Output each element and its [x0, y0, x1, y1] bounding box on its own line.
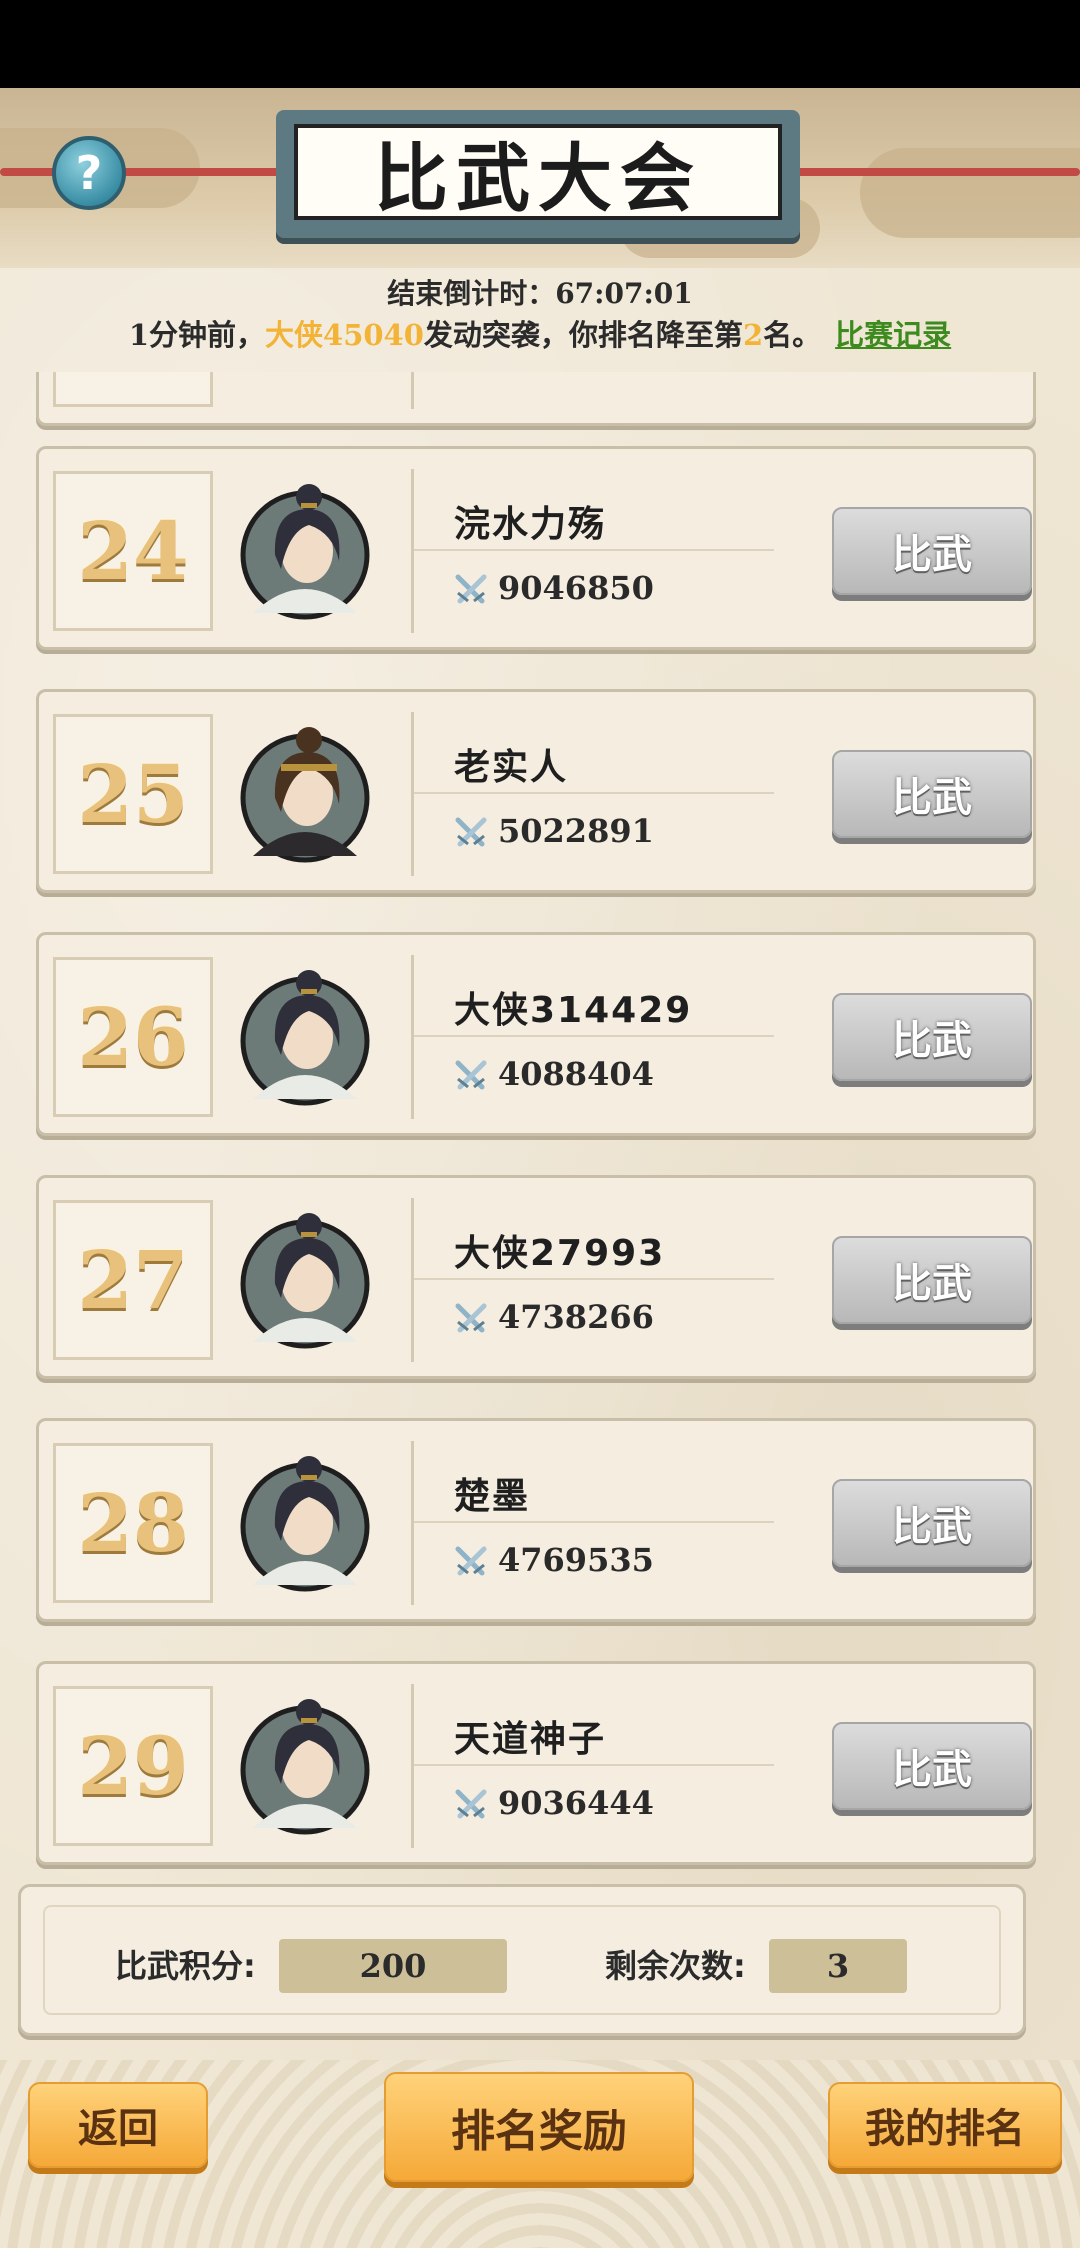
player-name: 浣水力殇: [454, 504, 607, 545]
info-panel: 大侠27993 4738266 比武: [411, 1198, 1032, 1362]
title-plaque: 比武大会: [276, 110, 800, 238]
info-panel: 楚墨 4769535 比武: [411, 1441, 1032, 1605]
challenge-button[interactable]: 比武: [832, 750, 1032, 838]
info-panel: 老实人 5022891 比武: [411, 712, 1032, 876]
score-value: 200: [279, 1939, 507, 1993]
combat-power: 9046850: [498, 569, 654, 607]
remaining-attempts-label: 剩余次数:: [605, 1947, 746, 1985]
player-avatar: [240, 1699, 370, 1835]
divider: [414, 792, 774, 794]
info-panel: 大侠314429 4088404 比武: [411, 955, 1032, 1119]
combat-power: 5022891: [498, 812, 654, 850]
divider: [414, 549, 774, 551]
countdown-timer: 结束倒计时：67:07:01: [387, 277, 693, 310]
challenge-button[interactable]: 比武: [832, 507, 1032, 595]
player-name: 天道神子: [454, 1719, 607, 1760]
crossed-swords-icon: [455, 1789, 487, 1819]
player-avatar: [240, 1456, 370, 1592]
rank-card: 28 楚墨 4769535 比武: [36, 1418, 1036, 1622]
rank-card: 25 老实人 5022891 比武: [36, 689, 1036, 893]
page-title: 比武大会: [294, 124, 782, 222]
challenge-button[interactable]: 比武: [832, 993, 1032, 1081]
challenge-button[interactable]: 比武: [832, 1722, 1032, 1810]
info-panel: 浣水力殇 9046850 比武: [411, 469, 1032, 633]
crossed-swords-icon: [455, 1060, 487, 1090]
rank-number: 29: [53, 1686, 213, 1846]
info-panel: 天道神子 9036444 比武: [411, 1684, 1032, 1848]
my-rank-button[interactable]: 我的排名: [828, 2082, 1062, 2168]
divider: [414, 1035, 774, 1037]
rank-number: 27: [53, 1200, 213, 1360]
divider: [414, 1521, 774, 1523]
question-icon: ?: [75, 146, 103, 200]
player-avatar: [240, 970, 370, 1106]
rank-card: 24 浣水力殇 9046850 比武: [36, 446, 1036, 650]
crossed-swords-icon: [455, 817, 487, 847]
player-avatar: [240, 1213, 370, 1349]
rank-card: 26 大侠314429 4088404 比武: [36, 932, 1036, 1136]
rank-number: 28: [53, 1443, 213, 1603]
rank-number: 24: [53, 471, 213, 631]
ranking-list[interactable]: 24 浣水力殇 9046850 比武 25 老实人 5022891 比武 26 大侠314429 4…: [0, 372, 1080, 1882]
combat-power: 4738266: [498, 1298, 654, 1336]
challenge-button[interactable]: 比武: [832, 1236, 1032, 1324]
player-name: 楚墨: [454, 1476, 531, 1517]
divider: [414, 1764, 774, 1766]
attacker-name: 大侠45040: [265, 318, 424, 352]
player-name: 大侠314429: [454, 990, 693, 1031]
combat-power: 4088404: [498, 1055, 654, 1093]
divider: [414, 1278, 774, 1280]
player-name: 大侠27993: [454, 1233, 666, 1274]
help-button[interactable]: ?: [52, 136, 126, 210]
attack-notice: 1分钟前，大侠45040发动突袭，你排名降至第2名。 比赛记录: [0, 312, 1080, 354]
red-rope-right: [770, 168, 1080, 176]
header-cloud: [860, 148, 1080, 238]
player-avatar: [240, 484, 370, 620]
new-rank: 2: [742, 318, 764, 352]
rank-card-partial: [36, 372, 1036, 426]
player-avatar: [240, 727, 370, 863]
notice-text: 名。: [763, 318, 822, 352]
stats-panel: 比武积分: 200 剩余次数: 3: [18, 1884, 1026, 2036]
notice-text: 1分钟前，: [128, 318, 266, 352]
rank-card: 27 大侠27993 4738266 比武: [36, 1175, 1036, 1379]
crossed-swords-icon: [455, 1303, 487, 1333]
notice-text: 发动突袭，你排名降至第: [423, 318, 743, 352]
rank-rewards-button[interactable]: 排名奖励: [384, 2072, 694, 2182]
crossed-swords-icon: [455, 1546, 487, 1576]
challenge-button[interactable]: 比武: [832, 1479, 1032, 1567]
combat-power: 4769535: [498, 1541, 654, 1579]
back-button[interactable]: 返回: [28, 2082, 208, 2168]
score-label: 比武积分:: [115, 1947, 256, 1985]
remaining-attempts-value: 3: [769, 1939, 907, 1993]
crossed-swords-icon: [455, 574, 487, 604]
player-name: 老实人: [454, 747, 569, 788]
red-rope-left: [0, 168, 300, 176]
rank-number: 25: [53, 714, 213, 874]
match-record-link[interactable]: 比赛记录: [835, 318, 951, 352]
rank-box: [53, 372, 213, 407]
rank-number: 26: [53, 957, 213, 1117]
rank-card: 29 天道神子 9036444 比武: [36, 1661, 1036, 1865]
info-panel: [411, 372, 1024, 409]
status-bar: [0, 0, 1080, 88]
combat-power: 9036444: [498, 1784, 654, 1822]
